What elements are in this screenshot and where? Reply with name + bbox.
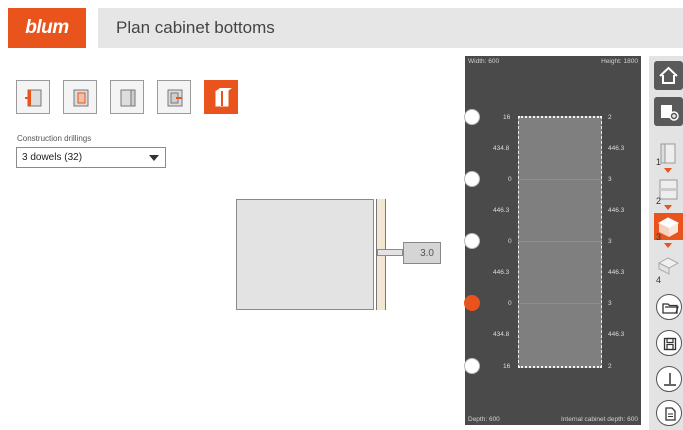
height-label: Height: 1800 (601, 58, 638, 65)
left-dim-label: 0 (508, 238, 512, 245)
cabinet-right-button[interactable] (110, 80, 144, 114)
depth-label: Depth: 600 (468, 416, 500, 423)
chevron-down-icon (149, 155, 159, 161)
shelf-position-radio[interactable] (464, 358, 480, 374)
step-number: 1 (656, 157, 662, 167)
step-number: 4 (656, 275, 662, 285)
step-number: 2 (656, 196, 662, 206)
right-dim-label: 3 (608, 176, 612, 183)
blum-logo: blum (8, 8, 86, 48)
step-4-button[interactable] (654, 251, 683, 278)
shelf-position-radio[interactable] (464, 233, 480, 249)
left-dim-label: 446.3 (493, 269, 510, 276)
cabinet-full-icon (215, 88, 232, 107)
logo-text: blum (25, 17, 69, 38)
document-button[interactable] (656, 400, 682, 426)
save-icon (663, 337, 677, 351)
top-edge-line (518, 116, 602, 118)
shelf-position-radio-selected[interactable] (464, 295, 480, 311)
cabinet-bottom-panel (236, 199, 374, 310)
shelf-line (518, 241, 602, 242)
cabinet-interior (518, 116, 602, 368)
step4-cabinet-icon (657, 257, 680, 275)
cabinet-back-right-icon (167, 89, 183, 107)
dimension-field[interactable]: 3.0 (403, 242, 441, 264)
bottom-edge-line (518, 366, 602, 368)
right-dim-label: 446.3 (608, 145, 625, 152)
cabinet-left-icon (25, 89, 42, 107)
home-button[interactable] (654, 61, 683, 90)
left-dim-label: 16 (503, 114, 511, 121)
step-arrow-icon (664, 243, 672, 248)
cabinet-back-right-button[interactable] (157, 80, 191, 114)
open-folder-icon (662, 303, 679, 314)
page-title: Plan cabinet bottoms (116, 18, 275, 37)
home-icon (659, 66, 678, 84)
cabinet-right-icon (120, 89, 136, 107)
right-dim-label: 446.3 (608, 207, 625, 214)
left-dim-label: 434.8 (493, 145, 510, 152)
open-button[interactable] (656, 294, 682, 320)
right-dim-label: 3 (608, 238, 612, 245)
right-dim-label: 446.3 (608, 331, 625, 338)
step-number: 3 (656, 232, 662, 242)
dowel-indicator (377, 249, 403, 256)
right-dim-label: 2 (608, 363, 612, 370)
drilling-icon (664, 373, 676, 386)
add-cabinet-button[interactable] (654, 97, 683, 126)
app-window: blum Plan cabinet bottoms Construction d… (0, 0, 683, 430)
drilling-button[interactable] (656, 366, 682, 392)
construction-drillings-label: Construction drillings (17, 134, 92, 143)
cabinet-left-button[interactable] (16, 80, 50, 114)
width-label: Width: 600 (468, 58, 500, 65)
title-bar: Plan cabinet bottoms (98, 8, 683, 48)
cabinet-full-button[interactable] (204, 80, 238, 114)
cabinet-back-icon (73, 89, 89, 107)
step-arrow-icon (664, 168, 672, 173)
right-dim-label: 3 (608, 300, 612, 307)
left-dim-label: 434.8 (493, 331, 510, 338)
step-arrow-icon (664, 205, 672, 210)
shelf-line (518, 303, 602, 304)
left-dim-label: 446.3 (493, 207, 510, 214)
internal-depth-label: Internal cabinet depth: 600 (561, 416, 638, 423)
document-icon (665, 407, 676, 421)
construction-drillings-select[interactable]: 3 dowels (32) (16, 147, 166, 168)
save-button[interactable] (656, 330, 682, 356)
left-dim-label: 0 (508, 300, 512, 307)
shelf-position-radio[interactable] (464, 109, 480, 125)
add-cabinet-icon (661, 105, 679, 121)
shelf-line (518, 179, 602, 180)
left-dim-label: 0 (508, 176, 512, 183)
construction-drillings-value: 3 dowels (32) (22, 152, 83, 163)
left-dim-label: 16 (503, 363, 511, 370)
cabinet-back-button[interactable] (63, 80, 97, 114)
shelf-position-radio[interactable] (464, 171, 480, 187)
right-dim-label: 2 (608, 114, 612, 121)
right-dim-label: 446.3 (608, 269, 625, 276)
dimension-value: 3.0 (420, 248, 434, 259)
